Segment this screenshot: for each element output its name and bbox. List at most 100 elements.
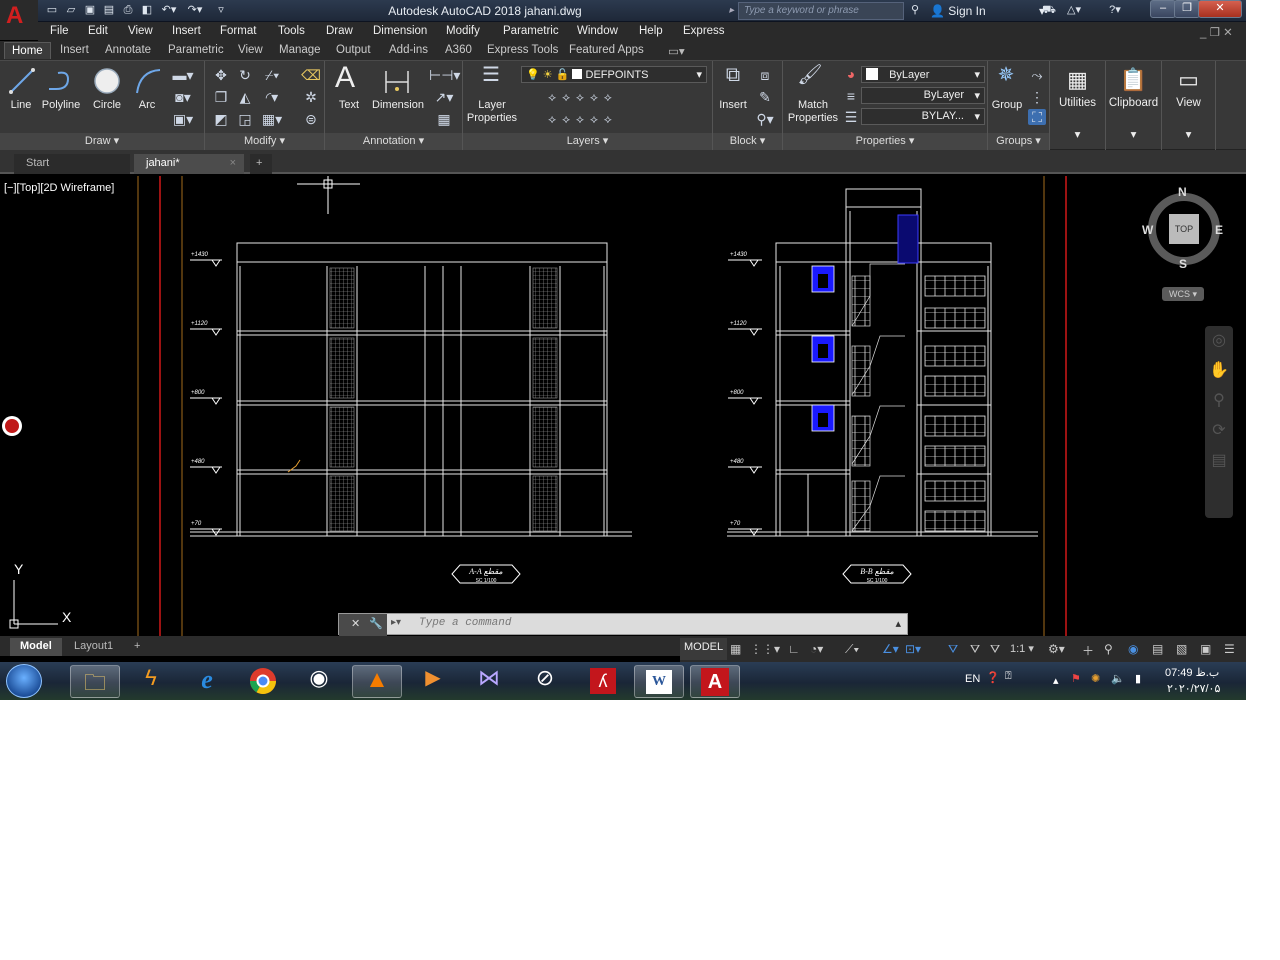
undo-icon[interactable]: ↶▾ <box>158 3 180 18</box>
customize-menu-icon[interactable]: ☰ <box>1224 642 1235 656</box>
object-snap-icon[interactable]: ⊡▾ <box>905 642 921 656</box>
clean-screen-icon[interactable]: ▤ <box>1152 642 1163 656</box>
taskbar-chrome[interactable] <box>238 665 288 698</box>
dimension-button[interactable]: Dimension <box>369 99 427 111</box>
explode-icon[interactable]: ✲ <box>301 89 321 105</box>
input-method-icon[interactable]: ⍰ <box>1005 670 1012 683</box>
tab-insert[interactable]: Insert <box>60 44 89 56</box>
layer-tools-row1[interactable]: ⟡⟡⟡⟡⟡ <box>523 89 643 105</box>
autoscale-icon[interactable]: ⛛ <box>970 642 980 657</box>
power-icon[interactable]: ▮ <box>1135 672 1141 685</box>
ungroup-icon[interactable]: ⤳ <box>1028 67 1046 83</box>
tab-express-tools[interactable]: Express Tools <box>487 44 558 56</box>
taskbar-vlc[interactable]: ▲ <box>352 665 402 698</box>
orbit-icon[interactable]: ⟳ <box>1205 416 1233 446</box>
annotation-scale-icon[interactable]: ⛛ <box>990 642 1000 657</box>
tab-view[interactable]: View <box>238 44 263 56</box>
properties-panel-label[interactable]: Properties ▾ <box>783 133 987 150</box>
menu-express[interactable]: Express <box>683 25 725 37</box>
attribute-icon[interactable]: ⚲▾ <box>751 111 779 127</box>
text-button[interactable]: Text <box>333 99 365 111</box>
new-tab-button[interactable]: + <box>250 154 272 174</box>
maximize-button[interactable]: ❐ <box>1174 0 1200 18</box>
isodraft-icon[interactable]: ∠▾ <box>882 642 899 656</box>
ortho-icon[interactable]: ∟ <box>788 642 800 656</box>
ribbon-toggle-icon[interactable]: ▭▾ <box>668 44 685 58</box>
fullscreen-icon[interactable]: ▣ <box>1200 642 1211 656</box>
command-line[interactable]: ✕ 🔧 ▸▾ Type a command ▴ <box>338 613 908 636</box>
menu-modify[interactable]: Modify <box>446 25 480 37</box>
add-layout-button[interactable]: + <box>124 638 150 656</box>
search-expand-icon[interactable]: ▸ <box>729 5 734 16</box>
tab-featured-apps[interactable]: Featured Apps <box>569 44 644 56</box>
mirror-icon[interactable]: ◭ <box>235 89 255 105</box>
taskbar-winamp[interactable]: ϟ <box>126 665 176 698</box>
viewcube-top-face[interactable]: TOP <box>1169 214 1199 244</box>
isolate-objects-icon[interactable]: ⚲ <box>1104 642 1113 656</box>
match-properties-button[interactable]: Match Properties <box>785 99 841 125</box>
layer-properties-button[interactable]: Layer Properties <box>465 99 519 125</box>
compass-west[interactable]: W <box>1142 223 1153 237</box>
volume-icon[interactable]: 🔈 <box>1111 672 1125 685</box>
group-button[interactable]: Group <box>990 99 1024 111</box>
customize-qat-icon[interactable]: ▿ <box>213 3 229 18</box>
showmotion-icon[interactable]: ▤ <box>1205 446 1233 476</box>
stretch-icon[interactable]: ◩ <box>211 111 231 127</box>
clock-date[interactable]: ۲۰۲۰/۲۷/۰۵ <box>1167 682 1220 695</box>
hatch-icon[interactable]: ◙▾ <box>168 89 198 105</box>
draw-panel-label[interactable]: Draw ▾ <box>0 133 204 150</box>
plus-icon[interactable]: ＋ <box>1082 642 1094 659</box>
workspace-gear-icon[interactable]: ⚙▾ <box>1048 642 1065 656</box>
fillet-icon[interactable]: ◜▾ <box>259 89 285 105</box>
taskbar-internet-explorer[interactable]: e <box>182 665 232 698</box>
menu-format[interactable]: Format <box>220 25 256 37</box>
wrench-icon[interactable]: 🔧 <box>369 617 383 630</box>
tab-start[interactable]: Start <box>14 154 130 174</box>
minimize-button[interactable]: – <box>1150 0 1176 18</box>
tab-home[interactable]: Home <box>4 42 51 59</box>
scale-icon[interactable]: ◲ <box>235 111 255 127</box>
menu-edit[interactable]: Edit <box>88 25 108 37</box>
modify-panel-label[interactable]: Modify ▾ <box>205 133 324 150</box>
drawing-canvas[interactable]: [−][Top][2D Wireframe] +1430 +1120 +800 … <box>0 176 1240 636</box>
search-input[interactable]: ▸ Type a keyword or phrase <box>729 2 904 20</box>
menu-view[interactable]: View <box>128 25 153 37</box>
tab-model[interactable]: Model <box>10 638 62 656</box>
save-as-icon[interactable]: ▤ <box>101 3 117 18</box>
binoculars-icon[interactable]: ⚲ <box>906 3 924 18</box>
application-menu-button[interactable]: A <box>0 0 38 40</box>
color-dropdown[interactable]: ByLayer ▾ <box>861 66 985 83</box>
taskbar-explorer[interactable]: 🗀 <box>70 665 120 698</box>
polyline-button[interactable]: Polyline <box>38 99 84 111</box>
save-icon[interactable]: ▣ <box>82 3 98 18</box>
line-button[interactable]: Line <box>6 99 36 111</box>
menu-window[interactable]: Window <box>577 25 618 37</box>
block-panel-label[interactable]: Block ▾ <box>713 133 782 150</box>
sign-in-button[interactable]: 👤 Sign In ▾ <box>930 4 1045 18</box>
command-input[interactable]: Type a command <box>419 617 511 629</box>
menu-parametric[interactable]: Parametric <box>503 25 559 37</box>
clock-time[interactable]: 07:49 ب.ظ <box>1165 666 1219 679</box>
compass-east[interactable]: E <box>1215 223 1223 237</box>
copy-icon[interactable]: ❐ <box>211 89 231 105</box>
network-icon[interactable]: ✺ <box>1091 672 1100 685</box>
model-space-button[interactable]: MODEL <box>680 638 728 660</box>
taskbar-acrobat[interactable]: ʎ <box>578 665 628 698</box>
tab-parametric[interactable]: Parametric <box>168 44 224 56</box>
grid-icon[interactable]: ▦ <box>730 642 741 656</box>
open-icon[interactable]: ▱ <box>63 3 79 18</box>
doc-window-controls[interactable]: _ ❐ ✕ <box>1200 25 1233 39</box>
create-block-icon[interactable]: ⧈ <box>755 67 775 83</box>
trim-icon[interactable]: ⌿▾ <box>259 67 285 83</box>
tab-annotate[interactable]: Annotate <box>105 44 151 56</box>
layers-panel-label[interactable]: Layers ▾ <box>463 133 712 150</box>
circle-button[interactable]: Circle <box>88 99 126 111</box>
close-icon[interactable]: ✕ <box>351 617 360 630</box>
polar-icon[interactable]: ◔▾ <box>810 642 823 656</box>
help-icon[interactable]: ❓ <box>986 671 1000 684</box>
redo-icon[interactable]: ↷▾ <box>184 3 206 18</box>
tab-a360[interactable]: A360 <box>445 44 472 56</box>
rotate-icon[interactable]: ↻ <box>235 67 255 83</box>
close-tab-icon[interactable]: × <box>230 157 236 169</box>
plot-icon[interactable]: ⎙ <box>120 3 136 18</box>
